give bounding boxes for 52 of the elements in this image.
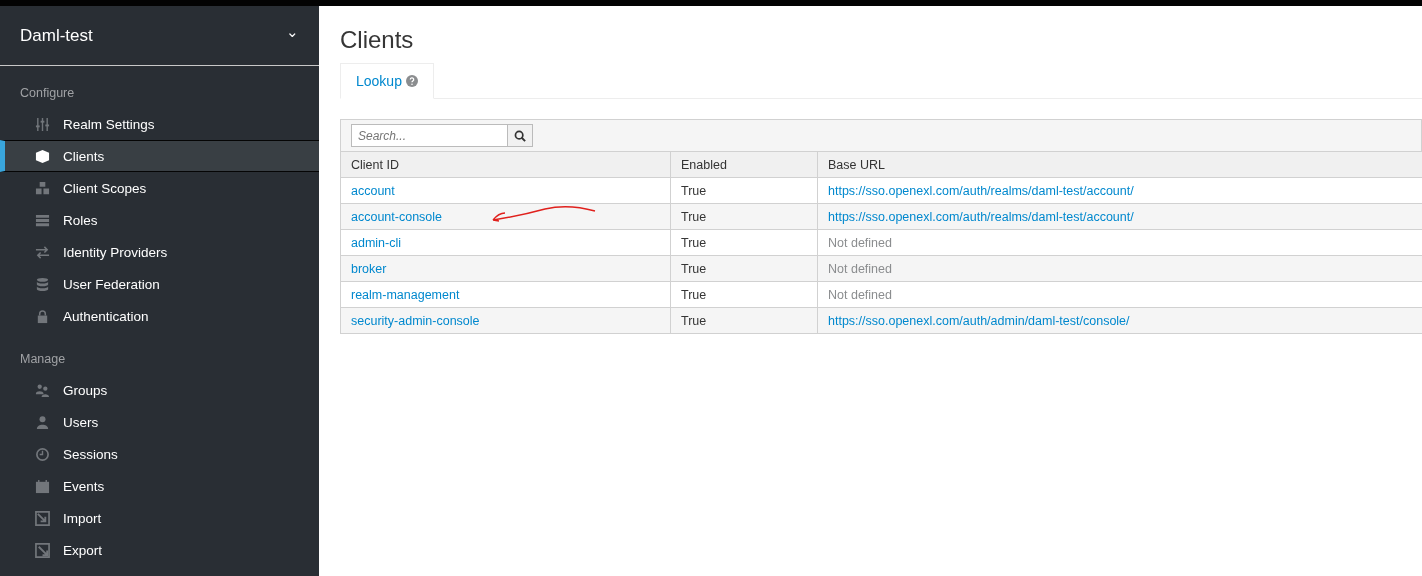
column-header: Base URL	[817, 151, 1422, 178]
sidebar-item[interactable]: Roles	[0, 204, 319, 236]
table-cell: Not defined	[828, 287, 892, 302]
page-title: Clients	[340, 25, 415, 55]
section-heading: Configure	[19, 85, 76, 102]
client-link[interactable]: admin-cli	[351, 235, 401, 250]
table-cell: True	[681, 183, 707, 198]
tab[interactable]: Lookup	[340, 63, 434, 99]
lock-icon	[35, 308, 50, 324]
client-link[interactable]: broker	[351, 261, 387, 276]
client-link[interactable]: account-console	[351, 209, 443, 224]
column-header: Enabled	[670, 151, 818, 178]
search-field[interactable]: Search...	[351, 124, 508, 147]
import-icon	[35, 510, 50, 526]
sidebar-item[interactable]: Client Scopes	[0, 172, 319, 204]
section-heading: Manage	[19, 351, 67, 368]
database-icon	[35, 276, 50, 292]
sidebar-item[interactable]: Authentication	[0, 300, 319, 332]
calendar-icon	[35, 478, 50, 494]
table-cell: True	[681, 287, 707, 302]
clock-icon	[35, 446, 50, 462]
export-icon	[35, 542, 50, 558]
search-button[interactable]	[508, 124, 533, 147]
search-icon	[514, 129, 526, 142]
help-icon	[405, 75, 418, 87]
client-link[interactable]: account	[351, 183, 395, 198]
sidebar-item[interactable]: Users	[0, 406, 319, 438]
sidebar-item[interactable]: Realm Settings	[0, 108, 319, 140]
sidebar-item[interactable]: User Federation	[0, 268, 319, 300]
users-icon	[35, 382, 50, 398]
sidebar-item[interactable]: Import	[0, 502, 319, 534]
table-cell: Not defined	[828, 235, 892, 250]
arrows-icon	[35, 244, 50, 260]
table-cell: True	[681, 261, 707, 276]
table-cell: True	[681, 313, 707, 328]
table-cell: True	[681, 235, 707, 250]
client-link[interactable]: realm-management	[351, 287, 460, 302]
table-cell: True	[681, 209, 707, 224]
sidebar-item[interactable]: Clients	[0, 140, 319, 172]
sliders-icon	[35, 116, 50, 132]
sidebar-item[interactable]: Groups	[0, 374, 319, 406]
box-icon	[35, 148, 50, 164]
column-header: Client ID	[340, 151, 671, 178]
boxes-icon	[35, 180, 50, 196]
table-cell: Not defined	[828, 261, 892, 276]
sidebar-item[interactable]: Export	[0, 534, 319, 566]
sidebar-item[interactable]: Events	[0, 470, 319, 502]
caret-icon: ⌄	[286, 24, 299, 39]
sidebar-item[interactable]: Identity Providers	[0, 236, 319, 268]
sidebar-item[interactable]: Sessions	[0, 438, 319, 470]
user-icon	[35, 414, 50, 430]
list-icon	[35, 212, 50, 228]
